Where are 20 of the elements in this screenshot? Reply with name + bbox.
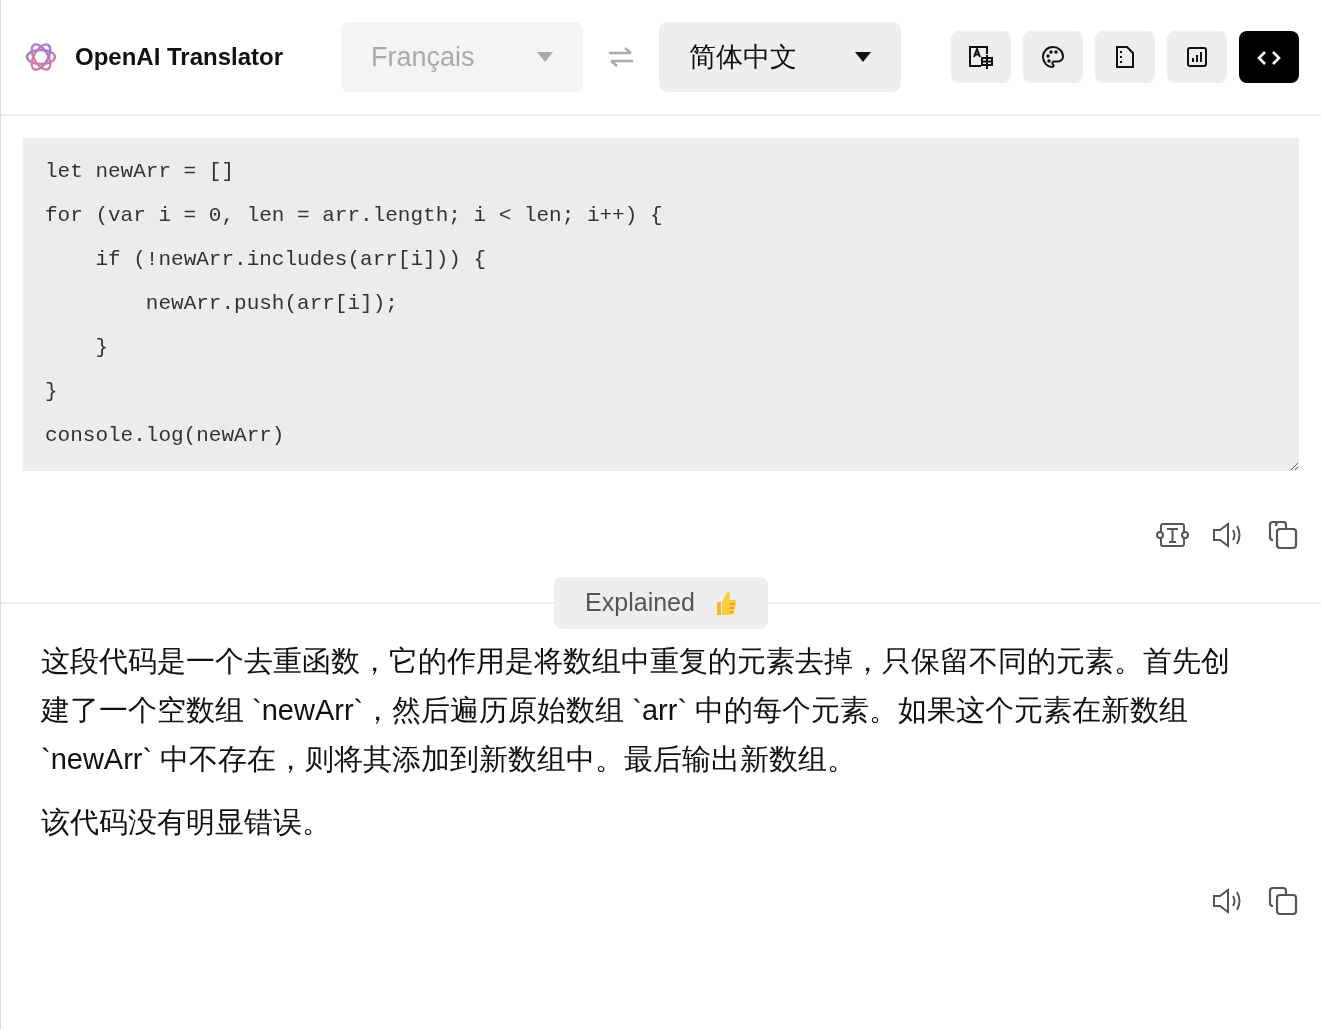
copy-icon[interactable] [1266,884,1299,918]
translate-icon [968,45,994,70]
target-language-select[interactable]: 简体中文 [659,22,901,92]
chart-icon [1185,45,1209,70]
result-paragraph: 该代码没有明显错误。 [41,805,332,840]
code-mode-button[interactable] [1239,31,1299,83]
result-paragraph: 这段代码是一个去重函数，它的作用是将数组中重复的元素去掉，只保留不同的元素。首先创建了一个空数组 `newArr`，然后遍历原始数组 `arr` 中的每个元素。如果这个元素在新数组 `newArr` 中不存在，则将其添加到新数组中。最后输出新数组。 [41,644,1231,777]
palette-icon [1041,45,1065,70]
app-title: OpenAI Translator [75,42,285,72]
palette-mode-button[interactable] [1023,31,1083,83]
thumbs-up-icon [714,590,737,616]
chart-mode-button[interactable] [1167,31,1227,83]
badge-label: Explained [585,587,695,619]
source-text-field[interactable]: let newArr = [] for (var i = 0, len = arr.length; i < len; i++) { if (!newArr.includes(arr[i])) { newArr.push(arr[i]); } } console.log(newArr) [23,138,1299,471]
translate-mode-button[interactable] [951,31,1011,83]
caret-icon [537,52,553,62]
document-mode-button[interactable] [1095,31,1155,83]
caret-icon [855,52,871,62]
document-icon [1114,45,1136,70]
copy-icon[interactable] [1266,518,1299,552]
